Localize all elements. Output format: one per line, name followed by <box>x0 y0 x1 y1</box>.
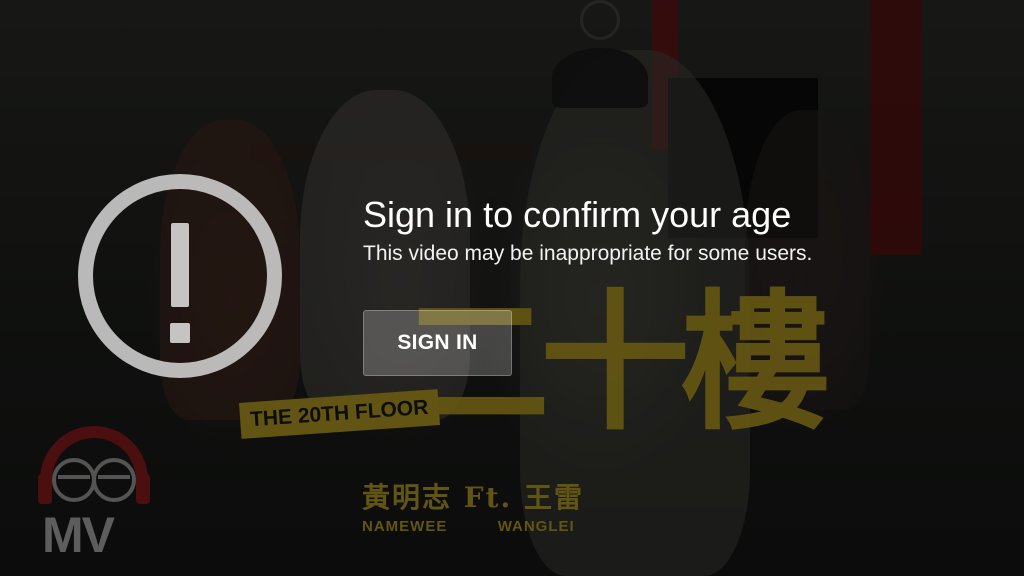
video-player[interactable]: 二十樓 THE 20TH FLOOR 黃明志 Ft. 王雷 NAMEWEE WA… <box>0 0 1024 576</box>
sign-in-button[interactable]: SIGN IN <box>363 310 512 376</box>
age-gate-message: Sign in to confirm your age This video m… <box>363 193 812 269</box>
age-gate-title: Sign in to confirm your age <box>363 194 792 235</box>
exclamation-bar <box>171 223 189 307</box>
warning-circle-icon <box>78 174 282 378</box>
age-gate-subtitle: This video may be inappropriate for some… <box>363 242 813 265</box>
exclamation-dot <box>170 323 190 343</box>
